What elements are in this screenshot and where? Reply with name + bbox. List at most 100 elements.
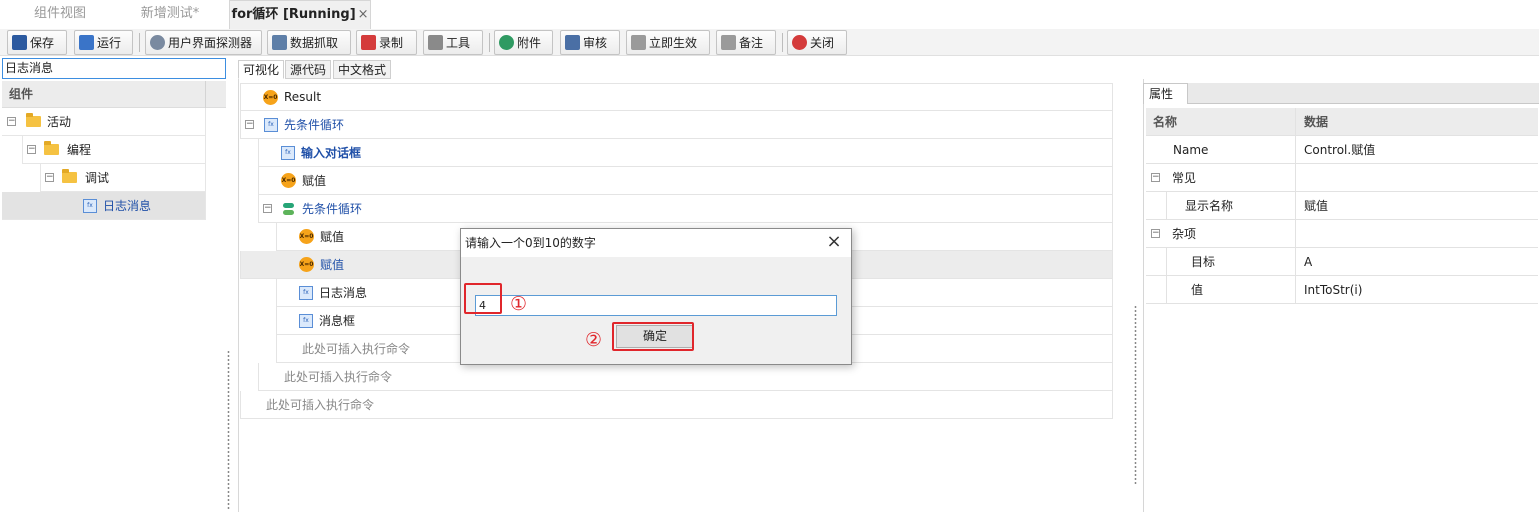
tab-visual[interactable]: 可视化 (238, 60, 285, 79)
header-divider (205, 81, 206, 108)
note-icon (721, 35, 736, 50)
property-value[interactable]: IntToStr(i) (1296, 283, 1362, 297)
activity-result[interactable]: X=0 Result (240, 83, 1113, 111)
apply-now-button[interactable]: 立即生效 (626, 30, 710, 55)
collapse-toggle-icon[interactable]: − (1151, 173, 1160, 182)
tree-item-label: 日志消息 (103, 199, 152, 213)
activity-input-dialog[interactable]: fx 输入对话框 (258, 139, 1113, 167)
property-group-label: 常见 (1172, 171, 1197, 185)
tab-new-test[interactable]: 新增测试* (128, 0, 212, 28)
tree-item-label: 调试 (85, 171, 110, 185)
property-group-misc[interactable]: − 杂项 (1146, 220, 1538, 248)
record-button[interactable]: 录制 (356, 30, 417, 55)
collapse-toggle-icon[interactable]: − (7, 117, 16, 126)
assign-icon: X=0 (299, 257, 314, 272)
property-row-target[interactable]: 目标 A (1146, 248, 1538, 276)
property-row-value[interactable]: 值 IntToStr(i) (1146, 276, 1538, 304)
property-key: 值 (1166, 276, 1296, 303)
folder-icon (44, 141, 59, 155)
record-label: 录制 (379, 36, 404, 50)
tab-chinese-format[interactable]: 中文格式 (333, 60, 392, 79)
collapse-toggle-icon[interactable]: − (27, 145, 36, 154)
tree-item-activities[interactable]: − 活动 (2, 108, 206, 136)
document-tab-bar: 组件视图 新增测试* for循环 [Running] × (0, 0, 1539, 29)
attachment-icon (499, 35, 514, 50)
property-value[interactable]: 赋值 (1296, 197, 1328, 214)
tools-label: 工具 (446, 36, 471, 50)
tree-item-programming[interactable]: − 编程 (22, 136, 206, 164)
column-header-name: 名称 (1146, 108, 1296, 135)
save-button[interactable]: 保存 (7, 30, 67, 55)
tab-properties[interactable]: 属性 (1143, 83, 1188, 104)
tab-label: 新增测试* (140, 6, 200, 21)
tab-close-icon[interactable]: × (358, 7, 369, 22)
property-key: Name (1146, 136, 1296, 163)
run-icon (79, 35, 94, 50)
run-button[interactable]: 运行 (74, 30, 133, 55)
property-key: 目标 (1166, 248, 1296, 275)
insert-command-placeholder[interactable]: 此处可插入执行命令 (258, 363, 1113, 391)
collapse-toggle-icon[interactable]: − (1151, 229, 1160, 238)
search-icon (150, 35, 165, 50)
property-value[interactable]: Control.赋值 (1296, 141, 1375, 158)
ui-explorer-label: 用户界面探测器 (168, 36, 253, 50)
tree-item-log-message[interactable]: fx 日志消息 (2, 192, 206, 220)
collapse-toggle-icon[interactable]: − (245, 120, 254, 129)
step-marker-2: ② (585, 329, 603, 351)
component-search-input[interactable]: 日志消息 (2, 58, 226, 79)
fx-icon: fx (281, 145, 295, 160)
property-value[interactable]: A (1296, 255, 1312, 269)
review-label: 审核 (583, 36, 608, 50)
property-group-label-cell: − 常见 (1146, 164, 1296, 191)
fx-icon: fx (83, 198, 97, 213)
tools-button[interactable]: 工具 (423, 30, 483, 55)
dialog-close-icon[interactable]: × (823, 232, 845, 254)
property-group-label-cell: − 杂项 (1146, 220, 1296, 247)
left-splitter-handle[interactable] (227, 350, 230, 510)
data-scrape-button[interactable]: 数据抓取 (267, 30, 351, 55)
tab-source-code[interactable]: 源代码 (285, 60, 332, 79)
insert-command-placeholder[interactable]: 此处可插入执行命令 (240, 391, 1113, 419)
close-label: 关闭 (810, 36, 835, 50)
note-button[interactable]: 备注 (716, 30, 776, 55)
collapse-toggle-icon[interactable]: − (45, 173, 54, 182)
placeholder-label: 此处可插入执行命令 (266, 398, 375, 412)
activity-label: 赋值 (302, 174, 327, 188)
fx-icon: fx (299, 313, 313, 328)
property-row-name[interactable]: Name Control.赋值 (1146, 136, 1538, 164)
activity-precondition-loop-inner[interactable]: − 先条件循环 (258, 195, 1113, 223)
toolbar-separator (489, 33, 490, 52)
tab-component-view[interactable]: 组件视图 (20, 0, 100, 28)
highlight-box-ok (612, 322, 694, 351)
activity-label: Result (284, 90, 322, 104)
step-marker-1: ① (510, 293, 528, 315)
tab-for-loop[interactable]: for循环 [Running] × (229, 0, 371, 29)
toolbar-separator (139, 33, 140, 52)
activity-label: 消息框 (319, 314, 356, 328)
tab-label: for循环 [Running] (231, 7, 356, 22)
close-button[interactable]: 关闭 (787, 30, 847, 55)
property-row-display-name[interactable]: 显示名称 赋值 (1146, 192, 1538, 220)
number-input[interactable]: 4 (475, 295, 837, 316)
attachment-button[interactable]: 附件 (494, 30, 553, 55)
dialog-title: 请输入一个0到10的数字 (461, 229, 851, 257)
collapse-toggle-icon[interactable]: − (263, 204, 272, 213)
property-group-common[interactable]: − 常见 (1146, 164, 1538, 192)
tree-item-debug[interactable]: − 调试 (40, 164, 206, 192)
assign-icon: X=0 (299, 229, 314, 244)
review-button[interactable]: 审核 (560, 30, 620, 55)
tree-item-label: 编程 (67, 143, 92, 157)
right-splitter-handle[interactable] (1134, 305, 1137, 485)
properties-header-row: 名称 数据 (1146, 108, 1538, 136)
property-group-label: 杂项 (1172, 227, 1197, 241)
activity-assign[interactable]: X=0 赋值 (258, 167, 1113, 195)
review-icon (565, 35, 580, 50)
fx-icon: fx (264, 117, 278, 132)
activity-precondition-loop-outer[interactable]: − fx 先条件循环 (240, 111, 1113, 139)
ui-explorer-button[interactable]: 用户界面探测器 (145, 30, 262, 55)
table-icon (272, 35, 287, 50)
apply-now-label: 立即生效 (649, 36, 698, 50)
activity-label: 赋值 (320, 258, 345, 272)
activity-label: 赋值 (320, 230, 345, 244)
placeholder-label: 此处可插入执行命令 (284, 370, 393, 384)
